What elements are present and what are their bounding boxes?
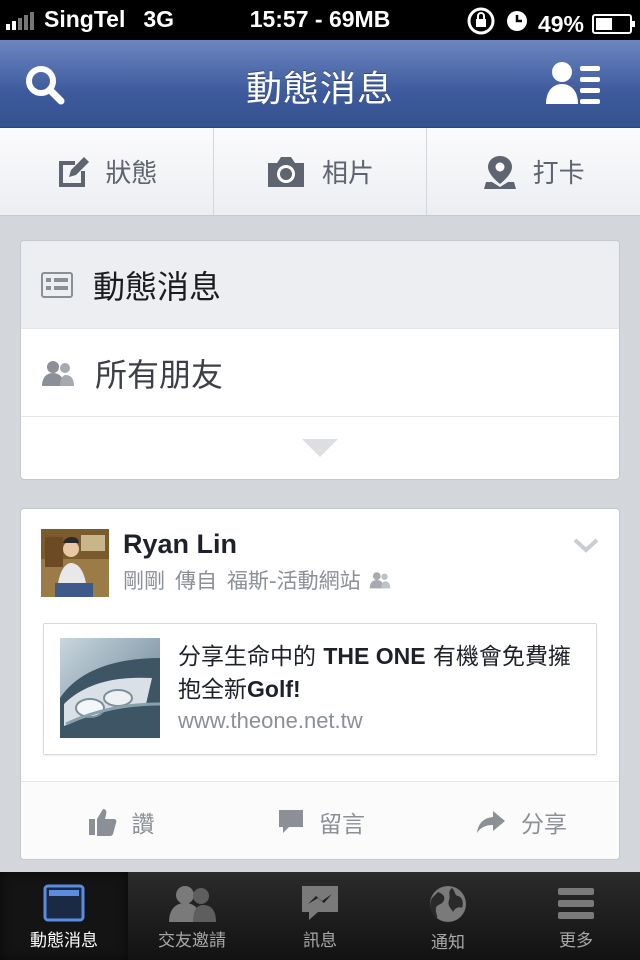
photo-button[interactable]: 相片 (214, 128, 428, 215)
battery-icon (592, 14, 635, 34)
messages-icon (302, 886, 338, 920)
notifications-globe-icon (430, 886, 466, 922)
link-preview[interactable]: 分享生命中的 THE ONE 有機會免費擁抱全新Golf! www.theone… (43, 623, 597, 755)
alarm-clock-icon (506, 10, 528, 38)
checkin-label: 打卡 (532, 159, 585, 189)
triangle-down-icon (302, 439, 338, 457)
composer-bar: 狀態 相片 打卡 (0, 128, 640, 216)
feed-post: Ryan Lin 剛剛 傳自 福斯-活動網站 分享生命中的 THE ONE 有機… (20, 508, 620, 860)
comment-label: 留言 (319, 811, 365, 838)
status-label: 狀態 (105, 159, 158, 189)
filter-option-label: 所有朋友 (95, 355, 224, 394)
link-url: www.theone.net.tw (178, 708, 363, 733)
status-bar: SingTel 3G 15:57 - 69MB 49% (0, 0, 640, 40)
post-source[interactable]: 福斯-活動網站 (227, 565, 361, 595)
post-via: 傳自 (175, 569, 217, 593)
edit-status-icon (59, 156, 90, 187)
photo-label: 相片 (322, 159, 375, 189)
comment-bubble-icon (279, 809, 303, 833)
rotation-lock-icon (466, 6, 496, 42)
filter-current-label: 動態消息 (93, 267, 222, 306)
share-arrow-icon (477, 810, 505, 833)
link-thumbnail (60, 638, 160, 738)
like-button[interactable]: 讚 (21, 782, 221, 859)
link-title[interactable]: 分享生命中的 THE ONE 有機會免費擁抱全新Golf! (178, 640, 578, 706)
audience-friends-icon (369, 572, 390, 589)
tab-messages[interactable]: 訊息 (256, 872, 384, 960)
like-label: 讚 (131, 811, 155, 838)
post-options-button[interactable] (573, 537, 599, 557)
filter-option-news-feed[interactable]: 動態消息 (21, 241, 619, 329)
post-author-name[interactable]: Ryan Lin (123, 529, 237, 560)
expand-filter-button[interactable] (21, 417, 619, 479)
thumbs-up-icon (88, 808, 116, 836)
tab-notifications[interactable]: 通知 (384, 872, 512, 960)
comment-button[interactable]: 留言 (221, 782, 421, 859)
post-meta: 剛剛 傳自 福斯-活動網站 (123, 565, 391, 595)
tab-more[interactable]: 更多 (512, 872, 640, 960)
share-button[interactable]: 分享 (421, 782, 619, 859)
news-feed-list-icon (41, 271, 73, 298)
filter-option-all-friends[interactable]: 所有朋友 (21, 329, 619, 417)
tab-bar: 動態消息 交友邀請 訊息 通知 更多 (0, 872, 640, 960)
location-pin-icon (483, 155, 516, 189)
share-label: 分享 (521, 811, 567, 838)
tab-news-feed[interactable]: 動態消息 (0, 872, 128, 960)
post-author-avatar[interactable] (41, 529, 109, 597)
news-feed-icon (43, 884, 85, 922)
checkin-button[interactable]: 打卡 (427, 128, 640, 215)
post-actions: 讚 留言 分享 (21, 781, 619, 859)
battery-percent: 49% (537, 10, 584, 37)
friends-icon (42, 360, 74, 386)
navigation-bar: 動態消息 (0, 40, 640, 128)
friend-requests-icon (169, 886, 216, 922)
tab-friend-requests[interactable]: 交友邀請 (128, 872, 256, 960)
chevron-down-icon (573, 538, 599, 553)
feed-filter-card: 動態消息 所有朋友 (20, 240, 620, 480)
more-menu-icon (558, 888, 594, 919)
friends-list-button[interactable] (544, 58, 604, 108)
status-button[interactable]: 狀態 (0, 128, 214, 215)
avatar[interactable] (41, 529, 109, 597)
status-right: 49% (466, 6, 635, 42)
post-time: 剛剛 (123, 569, 165, 593)
camera-icon (268, 156, 304, 187)
friends-list-icon (546, 62, 600, 104)
